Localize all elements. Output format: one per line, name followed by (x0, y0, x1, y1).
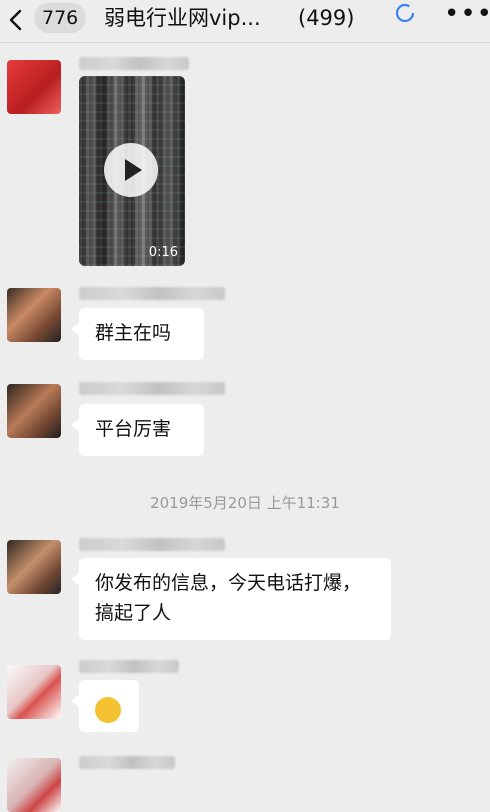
more-icon[interactable]: ••• (444, 1, 490, 27)
avatar[interactable] (7, 758, 61, 812)
unread-count-badge[interactable]: 776 (34, 3, 87, 33)
video-duration: 0:16 (148, 245, 178, 260)
video-message[interactable]: 0:16 (79, 76, 185, 266)
message-bubble: 你发布的信息，今天电话打爆，搞起了人 (71, 558, 391, 640)
avatar[interactable] (7, 665, 61, 719)
chat-title: 弱电行业网vip... (104, 6, 261, 30)
sender-name-blurred (79, 57, 189, 70)
sender-name-blurred (79, 660, 179, 673)
loading-icon (395, 3, 415, 23)
sender-name-blurred (79, 538, 225, 551)
sender-name-blurred (79, 287, 225, 300)
avatar[interactable] (7, 288, 61, 342)
avatar[interactable] (7, 384, 61, 438)
avatar[interactable] (7, 60, 61, 114)
laughing-crying-emoji-icon (95, 697, 121, 723)
message-bubble: 平台厉害 (71, 404, 204, 456)
chat-header: 776 弱电行业网vip... (499) ••• (0, 0, 490, 43)
play-icon[interactable] (104, 143, 158, 197)
timestamp-divider: 2019年5月20日 上午11:31 (150, 494, 340, 512)
message-bubble: 群主在吗 (71, 308, 204, 360)
back-arrow-icon[interactable] (6, 6, 28, 34)
member-count: (499) (298, 6, 355, 30)
avatar[interactable] (7, 540, 61, 594)
sender-name-blurred (79, 382, 225, 395)
sender-name-blurred (79, 756, 175, 769)
